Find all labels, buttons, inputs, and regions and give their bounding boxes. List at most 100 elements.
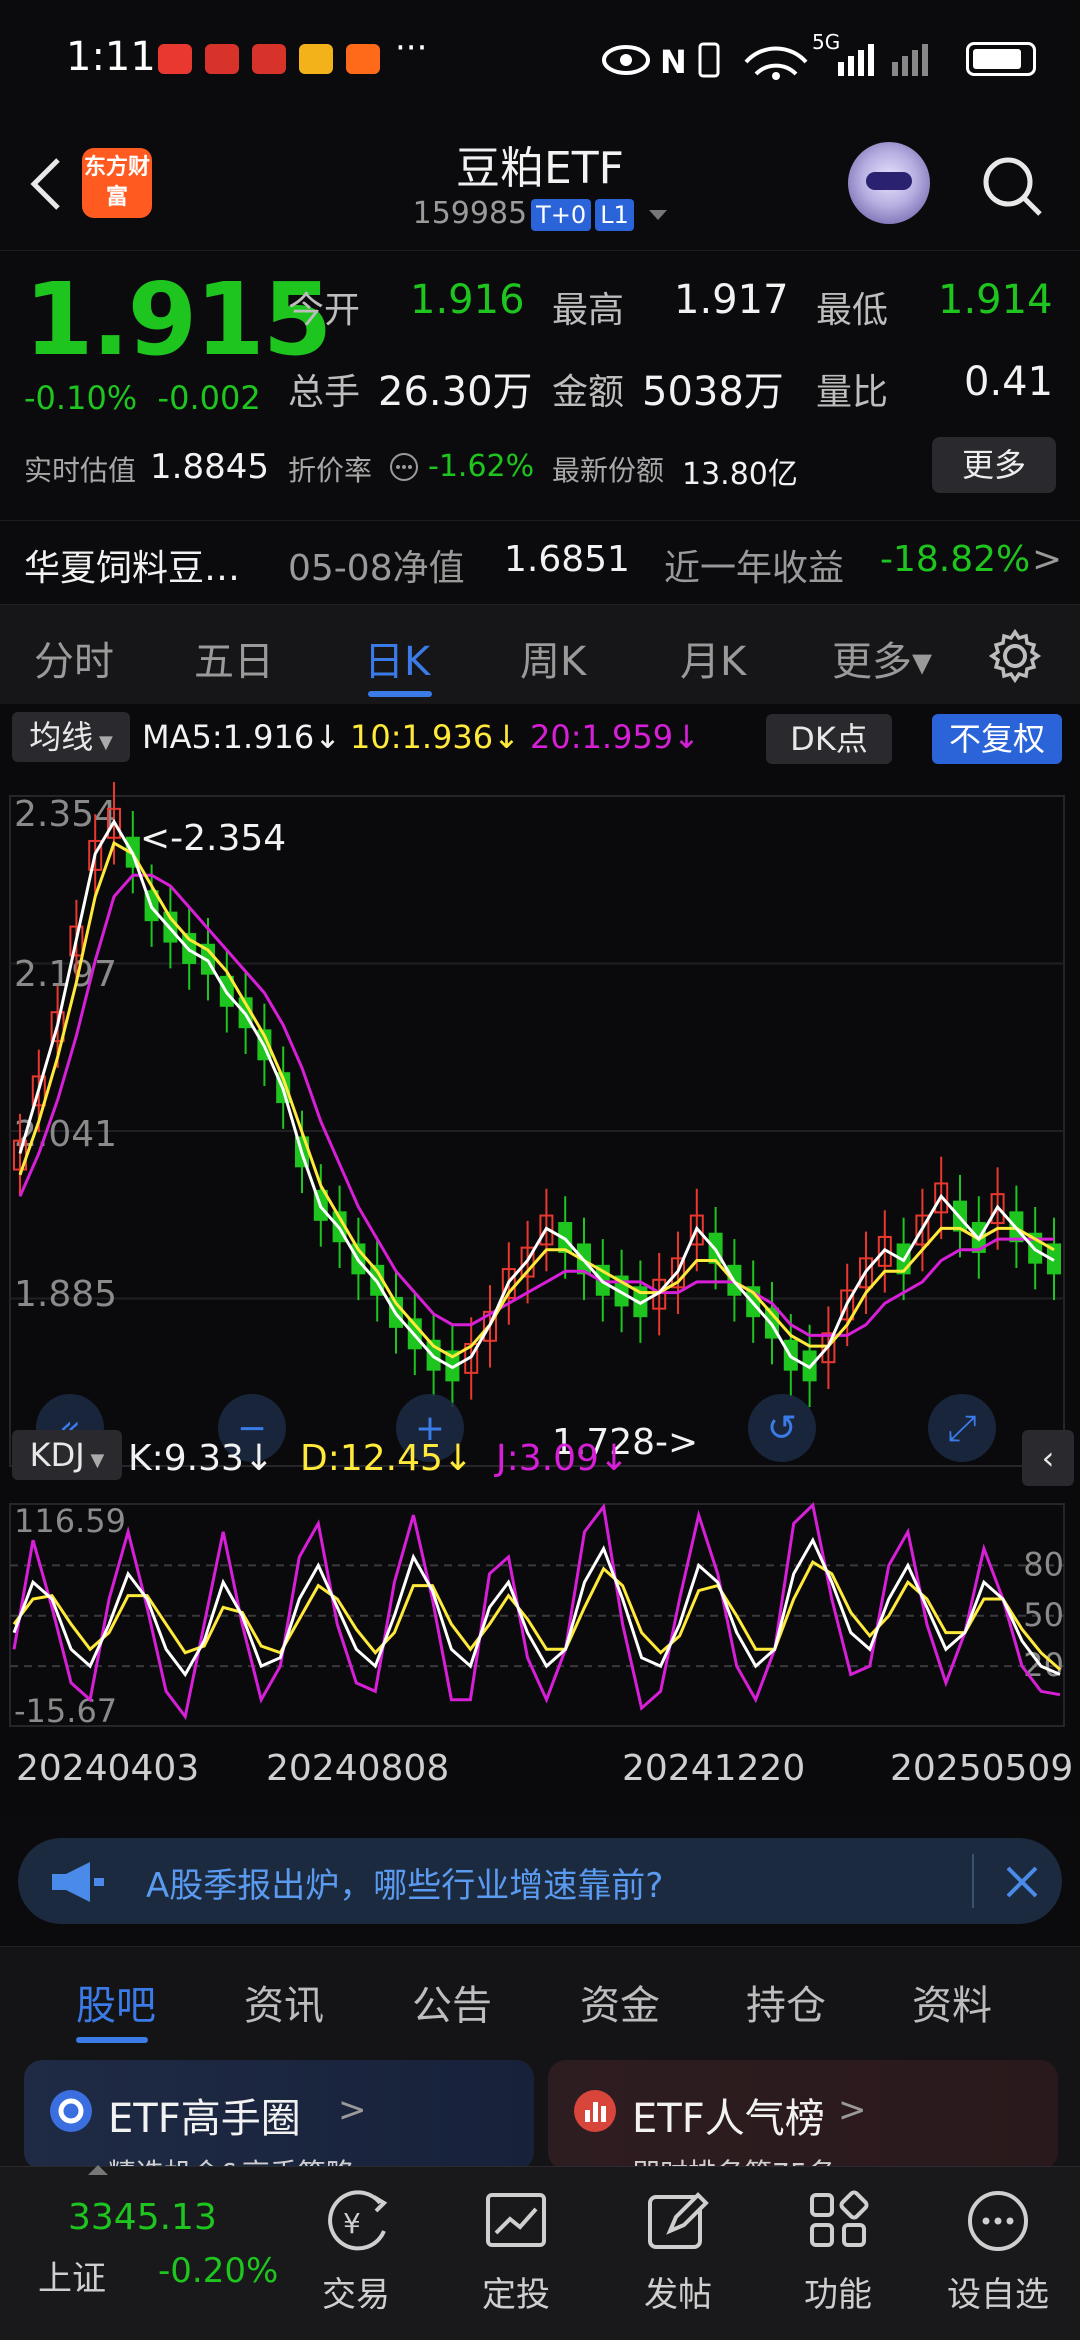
tab-monthly-k[interactable]: 月K bbox=[680, 629, 746, 687]
nav-value: 1.6851 bbox=[504, 539, 630, 580]
fund-info-row[interactable]: 华夏饲料豆… 05-08净值 1.6851 近一年收益 -18.82% > bbox=[0, 520, 1080, 604]
more-info-icon[interactable] bbox=[388, 451, 420, 483]
volume-ratio-value: 0.41 bbox=[964, 359, 1054, 405]
last-price: 1.915 bbox=[24, 261, 332, 378]
volume-value: 26.30万 bbox=[378, 369, 533, 415]
ma-selector-label: 均线 bbox=[29, 718, 94, 756]
tab-news[interactable]: 资讯 bbox=[244, 1973, 324, 2031]
content-tabs: 股吧 资讯 公告 资金 持仓 资料 bbox=[0, 1946, 1080, 2050]
card-title: ETF人气榜 bbox=[632, 2096, 825, 2142]
max-price-annotation: <-2.354 bbox=[140, 818, 286, 859]
indicator-selector-button[interactable]: KDJ ▼ bbox=[12, 1430, 122, 1480]
tab-weekly-k[interactable]: 周K bbox=[520, 629, 586, 687]
ma20-value: 20:1.959↓ bbox=[530, 718, 700, 756]
collapse-panel-button[interactable]: ‹ bbox=[1022, 1430, 1074, 1486]
stock-code: 159985 bbox=[412, 196, 528, 231]
kdj-k-line bbox=[12, 1536, 1061, 1678]
nav-invest-plan[interactable]: 定投 bbox=[456, 2187, 576, 2315]
return-label: 近一年收益 bbox=[664, 548, 845, 589]
etf-ranking-card[interactable]: ETF人气榜 > 即时排名第75名 bbox=[548, 2060, 1058, 2170]
change-amount: -0.002 bbox=[157, 379, 261, 417]
amount-value: 5038万 bbox=[642, 369, 784, 415]
open-value: 1.916 bbox=[410, 277, 525, 323]
x-axis: 20240403 20240808 20241220 20250509 bbox=[0, 1734, 1080, 1814]
nav-functions-label: 功能 bbox=[804, 2275, 872, 2315]
kdj-j-value: J:3.09↓ bbox=[496, 1438, 630, 1479]
change-row: -0.10% -0.002 bbox=[24, 379, 261, 417]
index-ticker[interactable]: 3345.13 上证 -0.20% bbox=[0, 2165, 278, 2340]
search-icon[interactable] bbox=[980, 154, 1044, 218]
change-percent: -0.10% bbox=[24, 379, 138, 417]
chevron-down-icon: ▼ bbox=[93, 732, 113, 753]
tab-intraday[interactable]: 分时 bbox=[34, 629, 114, 687]
card-title: ETF高手圈 bbox=[108, 2096, 301, 2142]
fund-name: 华夏饲料豆… bbox=[24, 548, 241, 589]
adjust-toggle-button[interactable]: 不复权 bbox=[932, 714, 1062, 764]
open-label: 今开 bbox=[288, 290, 361, 331]
nav-watchlist[interactable]: 设自选 bbox=[938, 2187, 1058, 2315]
index-name: 上证 bbox=[38, 2259, 106, 2299]
ma-selector-button[interactable]: 均线 ▼ bbox=[12, 712, 130, 762]
chevron-left-icon: ‹ bbox=[1041, 1439, 1055, 1477]
chevron-right-icon: > bbox=[1032, 539, 1063, 580]
close-icon[interactable] bbox=[1002, 1862, 1042, 1902]
tab-daily-k[interactable]: 日K bbox=[364, 629, 430, 687]
tab-holdings[interactable]: 持仓 bbox=[746, 1973, 826, 2031]
x-label: 20250509 bbox=[890, 1748, 1074, 1789]
chevron-down-icon bbox=[649, 209, 668, 220]
amount-label: 金额 bbox=[552, 372, 625, 413]
iopv-label: 实时估值 bbox=[24, 454, 137, 487]
shares-value: 13.80亿 bbox=[682, 457, 798, 492]
kdj-level-label: 80 bbox=[1023, 1545, 1064, 1583]
kdj-y-max-label: 116.59 bbox=[14, 1502, 126, 1540]
y-axis-label: 1.885 bbox=[14, 1274, 117, 1315]
t0-badge: T+0 bbox=[531, 199, 592, 231]
kdj-d-value: D:12.45↓ bbox=[300, 1438, 474, 1479]
nav-functions[interactable]: 功能 bbox=[778, 2187, 898, 2315]
dk-point-button[interactable]: DK点 bbox=[766, 714, 892, 764]
tab-announcements[interactable]: 公告 bbox=[412, 1973, 492, 2031]
ma10-value: 10:1.936↓ bbox=[350, 718, 520, 756]
ranking-icon bbox=[574, 2090, 616, 2132]
chevron-up-icon bbox=[88, 2165, 108, 2175]
divider bbox=[972, 1854, 974, 1908]
chevron-right-icon: > bbox=[838, 2090, 867, 2130]
tab-guba[interactable]: 股吧 bbox=[76, 1973, 156, 2031]
gear-icon[interactable] bbox=[988, 629, 1042, 683]
more-button[interactable]: 更多 bbox=[932, 437, 1056, 493]
y-axis-label: 2.354 bbox=[14, 794, 117, 835]
reset-icon: ↺ bbox=[767, 1408, 797, 1449]
etf-expert-card[interactable]: ETF高手圈 > 精选机会&高手策略 bbox=[24, 2060, 534, 2170]
app-notification-icon bbox=[346, 44, 380, 74]
bottom-navigation: 3345.13 上证 -0.20% ¥ 交易 定投 发帖 功能 设自选 bbox=[0, 2165, 1080, 2340]
nav-label: 05-08净值 bbox=[288, 548, 465, 589]
more-notifications-icon: ··· bbox=[395, 28, 428, 68]
kdj-j-line bbox=[12, 1502, 1061, 1721]
quote-panel: 1.915 -0.10% -0.002 今开 1.916 最高 1.917 最低… bbox=[0, 250, 1080, 520]
announcement-banner[interactable]: A股季报出炉，哪些行业增速靠前? bbox=[18, 1838, 1062, 1924]
x-label: 20241220 bbox=[622, 1748, 806, 1789]
tab-profile[interactable]: 资料 bbox=[912, 1973, 992, 2031]
nav-post[interactable]: 发帖 bbox=[618, 2187, 738, 2315]
edit-icon bbox=[648, 2192, 709, 2249]
battery-icon bbox=[966, 42, 1036, 76]
app-notification-icon bbox=[158, 44, 192, 74]
active-tab-indicator bbox=[76, 2037, 148, 2043]
candlestick-chart[interactable]: 2.3542.1972.0411.8851.728<-2.3541.728->«… bbox=[0, 776, 1080, 1486]
tab-five-day[interactable]: 五日 bbox=[194, 629, 274, 687]
high-label: 最高 bbox=[552, 290, 625, 331]
nav-trade-label: 交易 bbox=[322, 2275, 390, 2315]
tab-funds-flow[interactable]: 资金 bbox=[580, 1973, 660, 2031]
nav-trade[interactable]: ¥ 交易 bbox=[296, 2187, 416, 2315]
volume-ratio-label: 量比 bbox=[816, 372, 889, 413]
svg-text:¥: ¥ bbox=[343, 2207, 361, 2240]
assistant-robot-icon[interactable] bbox=[848, 142, 930, 224]
promo-cards: ETF高手圈 > 精选机会&高手策略 ETF人气榜 > 即时排名第75名 bbox=[0, 2050, 1080, 2170]
kdj-level-label: 50 bbox=[1023, 1596, 1064, 1634]
nav-post-label: 发帖 bbox=[644, 2275, 712, 2315]
kdj-chart[interactable]: 116.59-15.67805020 bbox=[0, 1496, 1080, 1734]
network-type: 5G bbox=[812, 30, 841, 54]
tab-more[interactable]: 更多▾ bbox=[832, 629, 932, 687]
shares-label: 最新份额 bbox=[552, 454, 665, 487]
megaphone-icon bbox=[52, 1862, 104, 1902]
